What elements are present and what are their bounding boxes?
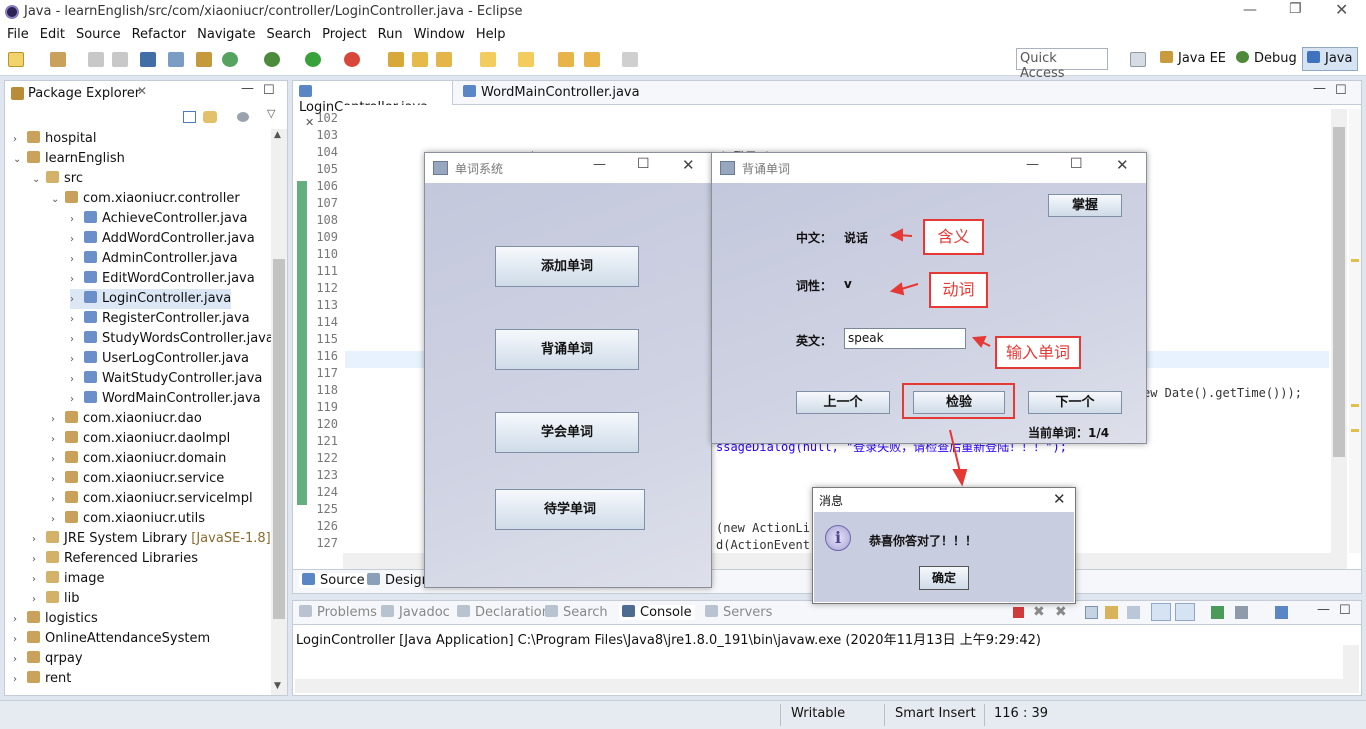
ok-button[interactable]: 确定 (919, 566, 969, 590)
info-icon: i (825, 525, 851, 551)
close-icon[interactable]: ✕ (1053, 490, 1066, 508)
annotation-arrows (889, 228, 991, 487)
message-text: 恭喜你答对了！！！ (869, 534, 978, 548)
message-title: 消息 (819, 494, 844, 508)
message-dialog: 消息 ✕ i 恭喜你答对了！！！ 确定 (812, 487, 1076, 604)
